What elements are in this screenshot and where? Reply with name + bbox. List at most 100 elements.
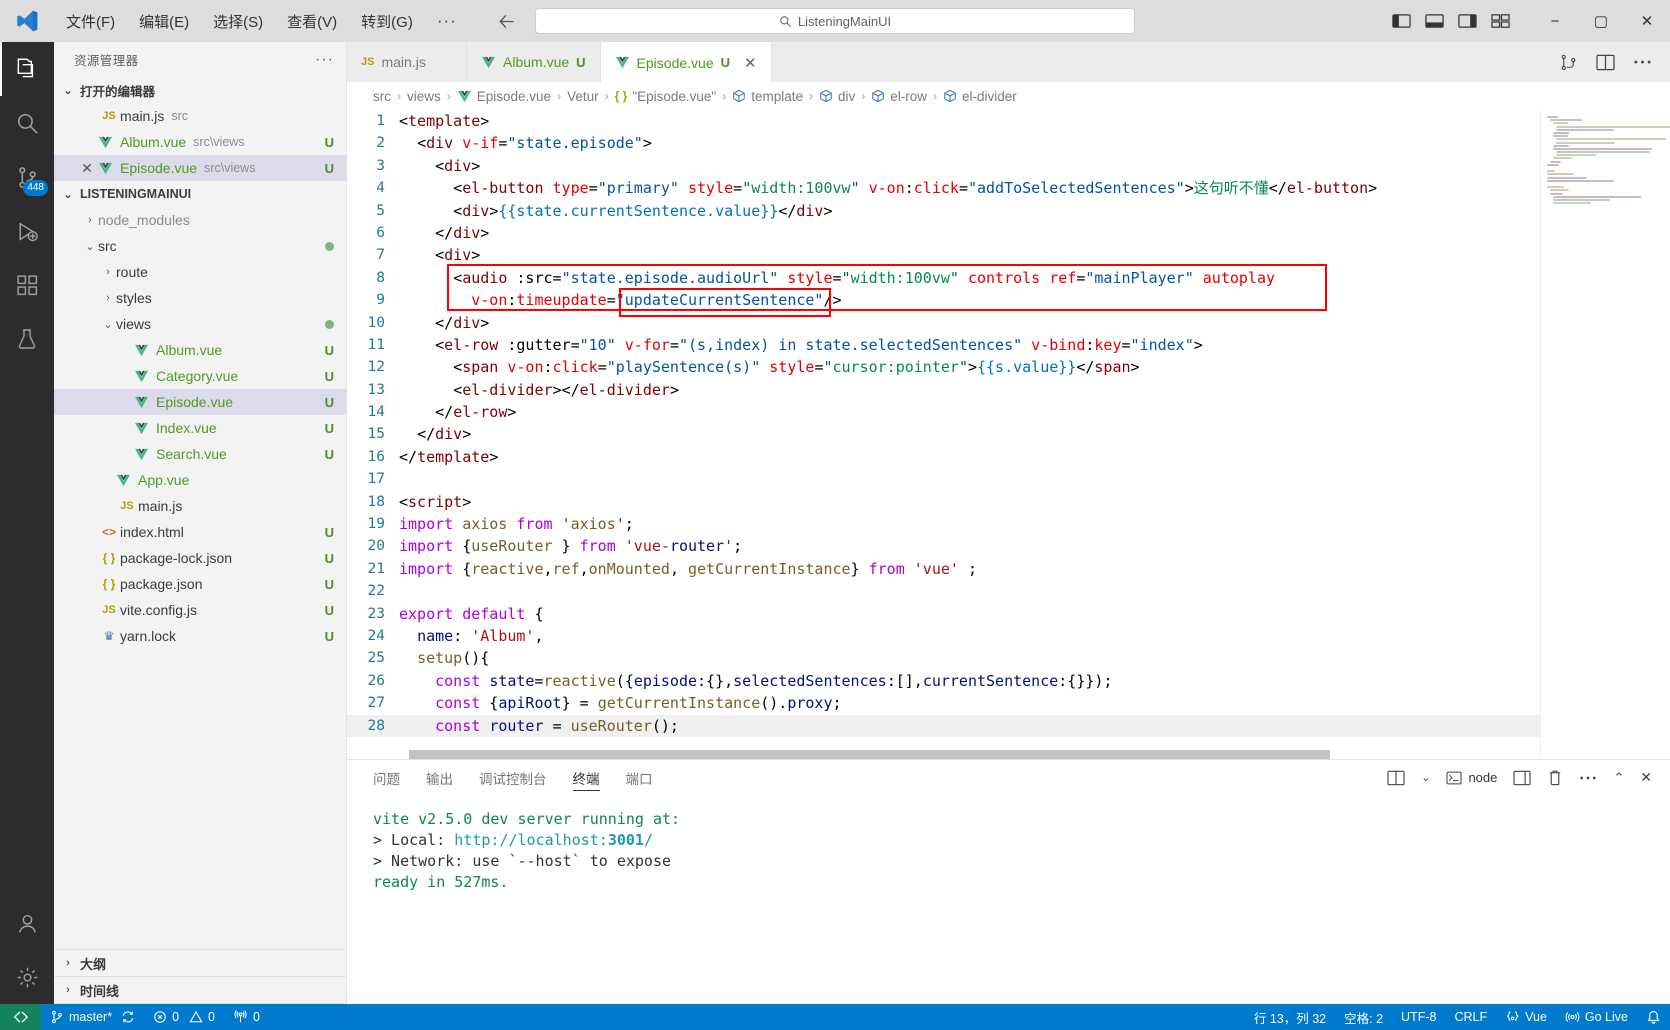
code-line[interactable]: 11 <el-row :gutter="10" v-for="(s,index)… xyxy=(347,334,1540,356)
explorer-more-actions-button[interactable]: ··· xyxy=(315,51,334,69)
code-line[interactable]: 27 const {apiRoot} = getCurrentInstance(… xyxy=(347,692,1540,714)
activitybar-item-explorer[interactable] xyxy=(0,42,54,96)
minimap[interactable] xyxy=(1540,110,1670,759)
code-line[interactable]: 26 const state=reactive({episode:{},sele… xyxy=(347,670,1540,692)
tree-item-episode-vue[interactable]: Episode.vue U xyxy=(54,389,346,415)
menu-file[interactable]: 文件(F) xyxy=(54,6,127,37)
breadcrumb[interactable]: src › views › Episode.vue › Vetur › { } "Episode.… xyxy=(347,82,1670,110)
more-actions-icon[interactable] xyxy=(1579,775,1597,781)
code-line[interactable]: 18 <script> xyxy=(347,491,1540,513)
panel-tab-problems[interactable]: 问题 xyxy=(373,760,400,795)
open-changes-icon[interactable] xyxy=(1559,53,1578,72)
code-line[interactable]: 12 <span v-on:click="playSentence(s)" st… xyxy=(347,356,1540,378)
open-editor-album-vue[interactable]: Album.vue src\views U xyxy=(54,129,346,155)
breadcrumb-item-vetur[interactable]: Vetur xyxy=(567,89,599,104)
status-go-live[interactable]: Go Live xyxy=(1556,1004,1637,1030)
breadcrumb-item-episodevue[interactable]: { } "Episode.vue" xyxy=(615,89,717,104)
tree-item-package-lock-json[interactable]: { } package-lock.json U xyxy=(54,545,346,571)
code-line[interactable]: 23 export default { xyxy=(347,603,1540,625)
more-actions-icon[interactable] xyxy=(1633,59,1652,65)
status-problems[interactable]: 0 0 xyxy=(144,1004,224,1030)
code-line[interactable]: 3 <div> xyxy=(347,155,1540,177)
status-ports[interactable]: 0 xyxy=(224,1004,269,1030)
code-line[interactable]: 21 import {reactive,ref,onMounted, getCur… xyxy=(347,558,1540,580)
tree-item-styles[interactable]: › styles xyxy=(54,285,346,311)
toggle-primary-sidebar-icon[interactable] xyxy=(1392,13,1411,29)
window-close-button[interactable]: ✕ xyxy=(1624,0,1670,42)
section-outline[interactable]: › 大纲 xyxy=(54,950,346,977)
code-editor[interactable]: 1 <template> 2 <div v-if="state.episode"> 3… xyxy=(347,110,1670,759)
panel-tab-terminal[interactable]: 终端 xyxy=(572,760,600,795)
breadcrumb-item-episodevue[interactable]: Episode.vue xyxy=(457,89,551,104)
activitybar-item-settings[interactable] xyxy=(0,950,54,1004)
status-language-mode[interactable]: Vue xyxy=(1496,1004,1556,1030)
menu-overflow-button[interactable]: ··· xyxy=(425,9,469,33)
status-cursor-position[interactable]: 行 13，列 32 xyxy=(1245,1004,1335,1030)
code-line[interactable]: 6 </div> xyxy=(347,222,1540,244)
tree-item-main-js[interactable]: JS main.js xyxy=(54,493,346,519)
toggle-panel-icon[interactable] xyxy=(1425,13,1444,29)
panel-tab-output[interactable]: 输出 xyxy=(426,760,453,795)
tree-item-src[interactable]: ⌄ src xyxy=(54,233,346,259)
new-terminal-icon[interactable] xyxy=(1513,770,1531,786)
tree-item-category-vue[interactable]: Category.vue U xyxy=(54,363,346,389)
chevron-down-icon[interactable]: ⌄ xyxy=(1421,771,1430,784)
chevron-up-icon[interactable]: ⌃ xyxy=(1613,770,1624,786)
menu-view[interactable]: 查看(V) xyxy=(275,6,349,37)
status-indentation[interactable]: 空格: 2 xyxy=(1335,1004,1392,1030)
tree-item-index-vue[interactable]: Index.vue U xyxy=(54,415,346,441)
activitybar-item-search[interactable] xyxy=(0,96,54,150)
tree-item-album-vue[interactable]: Album.vue U xyxy=(54,337,346,363)
tree-item-package-json[interactable]: { } package.json U xyxy=(54,571,346,597)
code-line[interactable]: 8 <audio :src="state.episode.audioUrl" s… xyxy=(347,267,1540,289)
code-line[interactable]: 19 import axios from 'axios'; xyxy=(347,513,1540,535)
section-timeline[interactable]: › 时间线 xyxy=(54,977,346,1004)
activitybar-item-source-control[interactable]: 448 xyxy=(0,150,54,204)
status-encoding[interactable]: UTF-8 xyxy=(1392,1004,1445,1030)
tab-main-js[interactable]: JS main.js xyxy=(347,42,467,82)
panel-tab-ports[interactable]: 端口 xyxy=(626,760,653,795)
open-editor-main-js[interactable]: JS main.js src xyxy=(54,103,346,129)
code-line[interactable]: 17 xyxy=(347,468,1540,490)
tree-item-search-vue[interactable]: Search.vue U xyxy=(54,441,346,467)
terminal-shell-selector[interactable]: node xyxy=(1446,770,1497,785)
code-line[interactable]: 7 <div> xyxy=(347,244,1540,266)
code-line[interactable]: 22 xyxy=(347,580,1540,602)
window-minimize-button[interactable]: − xyxy=(1532,0,1578,42)
remote-window-button[interactable] xyxy=(0,1004,41,1030)
code-line[interactable]: 24 name: 'Album', xyxy=(347,625,1540,647)
panel-tab-debug-console[interactable]: 调试控制台 xyxy=(479,760,547,795)
window-maximize-button[interactable]: ▢ xyxy=(1578,0,1624,42)
tab-episode-vue[interactable]: Episode.vue U ✕ xyxy=(600,42,772,82)
code-line[interactable]: 15 </div> xyxy=(347,423,1540,445)
activitybar-item-extensions[interactable] xyxy=(0,258,54,312)
status-notifications[interactable] xyxy=(1637,1004,1670,1030)
open-editor-episode-vue[interactable]: ✕ Episode.vue src\views U xyxy=(54,155,346,181)
arrow-back-icon[interactable] xyxy=(497,12,516,31)
command-center-search[interactable]: ListeningMainUI xyxy=(535,8,1135,34)
tree-item-yarn-lock[interactable]: ♛ yarn.lock U xyxy=(54,623,346,649)
close-icon[interactable]: ✕ xyxy=(1640,769,1652,786)
tree-item-vite-config-js[interactable]: JS vite.config.js U xyxy=(54,597,346,623)
code-line[interactable]: 10 </div> xyxy=(347,312,1540,334)
breadcrumb-item-views[interactable]: views xyxy=(407,89,441,104)
close-icon[interactable]: ✕ xyxy=(76,160,98,177)
code-line[interactable]: 5 <div>{{state.currentSentence.value}}</… xyxy=(347,200,1540,222)
menu-goto[interactable]: 转到(G) xyxy=(349,6,425,37)
status-branch[interactable]: master* xyxy=(41,1004,144,1030)
activitybar-item-accounts[interactable] xyxy=(0,896,54,950)
toggle-secondary-sidebar-icon[interactable] xyxy=(1458,13,1477,29)
customize-layout-icon[interactable] xyxy=(1491,13,1510,29)
tab-album-vue[interactable]: Album.vue U xyxy=(467,42,601,82)
section-open-editors[interactable]: ⌄ 打开的编辑器 xyxy=(54,77,346,103)
code-content[interactable]: 1 <template> 2 <div v-if="state.episode"> 3… xyxy=(347,110,1540,759)
horizontal-scrollbar[interactable] xyxy=(347,749,1410,759)
code-line[interactable]: 9 v-on:timeupdate="updateCurrentSentence… xyxy=(347,289,1540,311)
split-editor-icon[interactable] xyxy=(1596,54,1615,71)
scrollbar-thumb[interactable] xyxy=(409,750,1330,759)
menu-selection[interactable]: 选择(S) xyxy=(201,6,275,37)
menu-bar[interactable]: 文件(F) 编辑(E) 选择(S) 查看(V) 转到(G) ··· xyxy=(54,6,469,37)
code-line[interactable]: 25 setup(){ xyxy=(347,647,1540,669)
section-project-root[interactable]: ⌄ LISTENINGMAINUI xyxy=(54,181,346,207)
code-line[interactable]: 20 import {useRouter } from 'vue-router'; xyxy=(347,535,1540,557)
